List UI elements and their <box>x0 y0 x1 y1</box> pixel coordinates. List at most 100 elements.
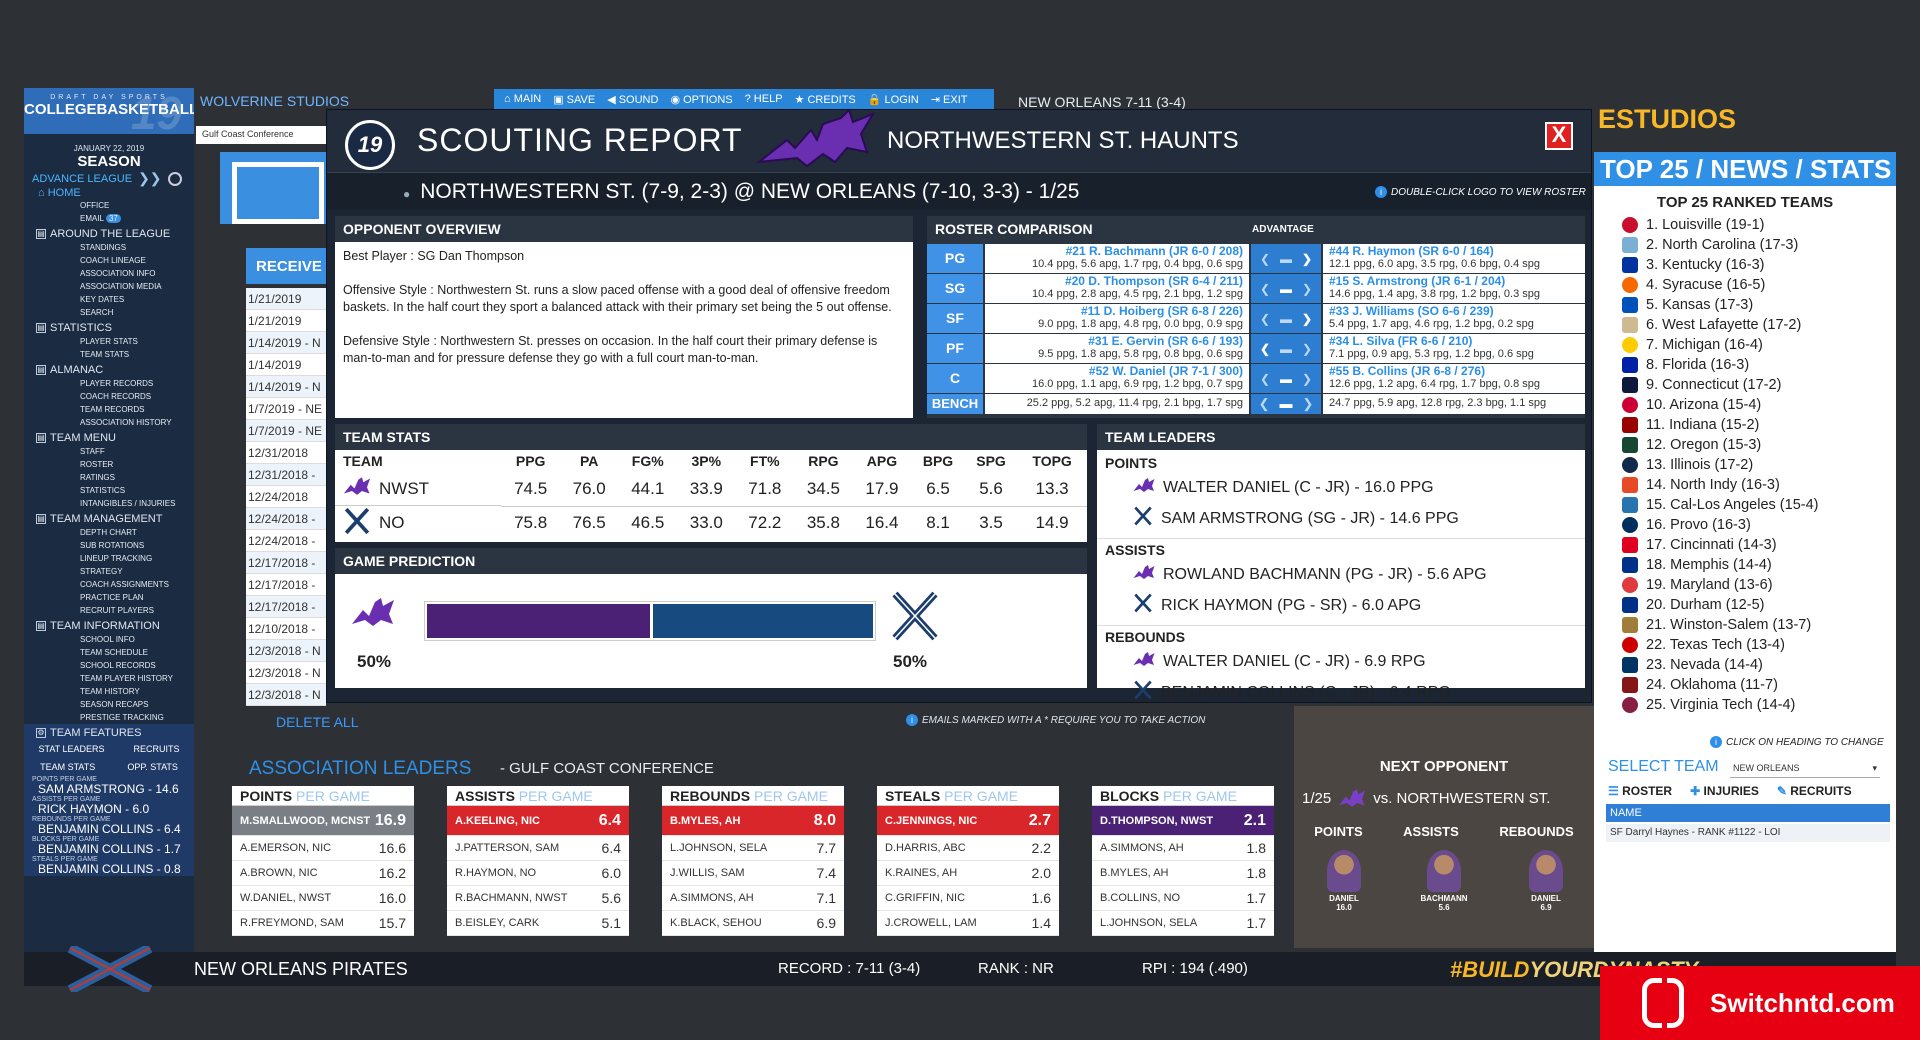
sidebar-item[interactable]: PRACTICE PLAN <box>24 591 194 604</box>
topbar-credits-button[interactable]: ★ CREDITS <box>795 93 856 106</box>
sidebar-item[interactable]: SEASON RECAPS <box>24 698 194 711</box>
next-opponent-player[interactable]: DANIEL 6.9 <box>1516 850 1576 912</box>
advance-league-button[interactable]: ADVANCE LEAGUE ❯❯ <box>24 170 194 187</box>
email-list-item[interactable]: 12/24/2018 - <box>246 508 326 530</box>
assoc-leader-row[interactable]: A.SIMMONS, AH 1.8 <box>1092 836 1274 861</box>
sidebar-item[interactable]: SUB ROTATIONS <box>24 539 194 552</box>
leader-row[interactable]: RICK HAYMON (PG - SR) - 6.0 APG <box>1097 590 1585 621</box>
assoc-leader-row[interactable]: A.EMERSON, NIC 16.6 <box>232 836 414 861</box>
roster-nwst-player[interactable]: #11 D. Hoiberg (SR 6-8 / 226) 9.0 ppg, 1.… <box>985 304 1249 333</box>
sidebar-section-header[interactable]: ▤ STATISTICS <box>24 319 194 335</box>
sidebar-item[interactable]: KEY DATES <box>24 293 194 306</box>
top25-team-row[interactable]: 19. Maryland (13-6) <box>1594 575 1896 595</box>
top25-team-row[interactable]: 22. Texas Tech (13-4) <box>1594 635 1896 655</box>
top25-team-row[interactable]: 12. Oregon (15-3) <box>1594 435 1896 455</box>
topbar-help-button[interactable]: ? HELP <box>745 93 783 105</box>
sidebar-item[interactable]: ASSOCIATION HISTORY <box>24 416 194 429</box>
top25-team-row[interactable]: 13. Illinois (17-2) <box>1594 455 1896 475</box>
email-list-item[interactable]: 1/7/2019 - NE <box>246 420 326 442</box>
assoc-leader-row[interactable]: W.DANIEL, NWST 16.0 <box>232 886 414 911</box>
leader-row[interactable]: WALTER DANIEL (C - JR) - 16.0 PPG <box>1097 472 1585 503</box>
opp-stats-button[interactable]: OPP. STATS <box>127 762 178 772</box>
sidebar-item[interactable]: SCHOOL RECORDS <box>24 659 194 672</box>
sidebar-item[interactable]: STATISTICS <box>24 484 194 497</box>
email-list-item[interactable]: 1/14/2019 - N <box>246 376 326 398</box>
email-list-item[interactable]: 12/10/2018 - <box>246 618 326 640</box>
recruit-row[interactable]: SF Darryl Haynes - RANK #1122 - LOI <box>1606 824 1890 842</box>
gear-icon[interactable] <box>167 171 182 186</box>
roster-no-player[interactable]: #33 J. Williams (SO 6-6 / 239) 5.4 ppg, 1… <box>1323 304 1585 333</box>
sidebar-section-header[interactable]: ▤ TEAM MANAGEMENT <box>24 510 194 526</box>
roster-no-player[interactable]: #55 B. Collins (JR 6-8 / 276) 12.6 ppg, 1… <box>1323 364 1585 393</box>
tab-recruits[interactable]: ✎ RECRUITS <box>1777 784 1852 798</box>
assoc-leader-row[interactable]: D.THOMPSON, NWST 2.1 <box>1092 806 1274 836</box>
top25-team-row[interactable]: 25. Virginia Tech (14-4) <box>1594 695 1896 715</box>
email-list-item[interactable]: 1/14/2019 <box>246 354 326 376</box>
recruit-name-column[interactable]: NAME <box>1606 804 1890 822</box>
delete-all-button[interactable]: DELETE ALL <box>276 714 359 730</box>
roster-nwst-player[interactable]: #20 D. Thompson (SR 6-4 / 211) 10.4 ppg, … <box>985 274 1249 303</box>
select-team-dropdown[interactable]: NEW ORLEANS ▾ <box>1730 760 1880 778</box>
stat-leaders-button[interactable]: STAT LEADERS <box>38 744 104 754</box>
top25-team-row[interactable]: 18. Memphis (14-4) <box>1594 555 1896 575</box>
leader-row[interactable]: BENJAMIN COLLINS (C - JR) - 6.4 RPG <box>1097 677 1585 708</box>
next-opponent-player[interactable]: BACHMANN 5.6 <box>1414 850 1474 912</box>
sidebar-section-header[interactable]: ▤ ALMANAC <box>24 361 194 377</box>
roster-nwst-player[interactable]: 25.2 ppg, 5.2 apg, 11.4 rpg, 2.1 bpg, 1.… <box>985 394 1249 414</box>
tab-roster[interactable]: ☰ ROSTER <box>1608 784 1672 798</box>
email-list-item[interactable]: 12/24/2018 <box>246 486 326 508</box>
top25-team-row[interactable]: 10. Arizona (15-4) <box>1594 395 1896 415</box>
sidebar-item[interactable]: RATINGS <box>24 471 194 484</box>
top25-team-row[interactable]: 24. Oklahoma (11-7) <box>1594 675 1896 695</box>
top25-team-row[interactable]: 8. Florida (16-3) <box>1594 355 1896 375</box>
sidebar-item[interactable]: STRATEGY <box>24 565 194 578</box>
topbar-save-button[interactable]: ▣ SAVE <box>553 93 595 106</box>
sidebar-item[interactable]: TEAM STATS <box>24 348 194 361</box>
email-list-item[interactable]: 12/17/2018 - <box>246 596 326 618</box>
next-opponent-player[interactable]: DANIEL 16.0 <box>1314 850 1374 912</box>
sidebar-item[interactable]: PLAYER RECORDS <box>24 377 194 390</box>
sidebar-item[interactable]: COACH ASSIGNMENTS <box>24 578 194 591</box>
assoc-leader-row[interactable]: R.FREYMOND, SAM 15.7 <box>232 911 414 936</box>
assoc-leader-row[interactable]: R.HAYMON, NO 6.0 <box>447 861 629 886</box>
top25-team-row[interactable]: 15. Cal-Los Angeles (15-4) <box>1594 495 1896 515</box>
top25-team-row[interactable]: 16. Provo (16-3) <box>1594 515 1896 535</box>
assoc-leader-row[interactable]: C.GRIFFIN, NIC 1.6 <box>877 886 1059 911</box>
assoc-leader-row[interactable]: J.PATTERSON, SAM 6.4 <box>447 836 629 861</box>
sidebar-item[interactable]: ASSOCIATION INFO <box>24 267 194 280</box>
sidebar-item[interactable]: PRESTIGE TRACKING <box>24 711 194 724</box>
leader-row[interactable]: WALTER DANIEL (C - JR) - 6.9 RPG <box>1097 646 1585 677</box>
top25-team-row[interactable]: 23. Nevada (14-4) <box>1594 655 1896 675</box>
assoc-leader-row[interactable]: B.COLLINS, NO 1.7 <box>1092 886 1274 911</box>
assoc-leader-row[interactable]: M.SMALLWOOD, MCNST 16.9 <box>232 806 414 836</box>
assoc-leader-row[interactable]: B.MYLES, AH 8.0 <box>662 806 844 836</box>
email-list-item[interactable]: 12/3/2018 - N <box>246 684 326 706</box>
leader-row[interactable]: SAM ARMSTRONG (SG - JR) - 14.6 PPG <box>1097 503 1585 534</box>
haunts-bat-logo[interactable] <box>757 110 877 172</box>
assoc-leader-row[interactable]: A.BROWN, NIC 16.2 <box>232 861 414 886</box>
assoc-leader-row[interactable]: R.BACHMANN, NWST 5.6 <box>447 886 629 911</box>
email-list-item[interactable]: 12/31/2018 - <box>246 464 326 486</box>
sidebar-item[interactable]: SEARCH <box>24 306 194 319</box>
sidebar-item[interactable]: STANDINGS <box>24 241 194 254</box>
sidebar-home[interactable]: ⌂ HOME <box>24 187 194 199</box>
sidebar-item[interactable]: TEAM SCHEDULE <box>24 646 194 659</box>
assoc-leader-row[interactable]: K.BLACK, SEHOU 6.9 <box>662 911 844 936</box>
top25-team-row[interactable]: 9. Connecticut (17-2) <box>1594 375 1896 395</box>
roster-no-player[interactable]: #15 S. Armstrong (JR 6-1 / 204) 14.6 ppg,… <box>1323 274 1585 303</box>
top25-team-row[interactable]: 5. Kansas (17-3) <box>1594 295 1896 315</box>
roster-nwst-player[interactable]: #21 R. Bachmann (JR 6-0 / 208) 10.4 ppg, … <box>985 244 1249 273</box>
assoc-leader-row[interactable]: A.SIMMONS, AH 7.1 <box>662 886 844 911</box>
email-list-item[interactable]: 12/24/2018 - <box>246 530 326 552</box>
sidebar-item[interactable]: RECRUIT PLAYERS <box>24 604 194 617</box>
email-list-item[interactable]: 12/17/2018 - <box>246 552 326 574</box>
sidebar-item[interactable]: COACH RECORDS <box>24 390 194 403</box>
email-list-item[interactable]: 1/21/2019 <box>246 288 326 310</box>
top25-team-row[interactable]: 17. Cincinnati (14-3) <box>1594 535 1896 555</box>
topbar-login-button[interactable]: 🔒 LOGIN <box>868 93 919 106</box>
assoc-leader-header[interactable]: STEALS PER GAME <box>877 786 1059 806</box>
top25-team-row[interactable]: 11. Indiana (15-2) <box>1594 415 1896 435</box>
topbar-main-button[interactable]: ⌂ MAIN <box>504 93 541 105</box>
assoc-leader-row[interactable]: K.RAINES, AH 2.0 <box>877 861 1059 886</box>
conference-dropdown[interactable]: Gulf Coast Conference <box>196 126 326 144</box>
